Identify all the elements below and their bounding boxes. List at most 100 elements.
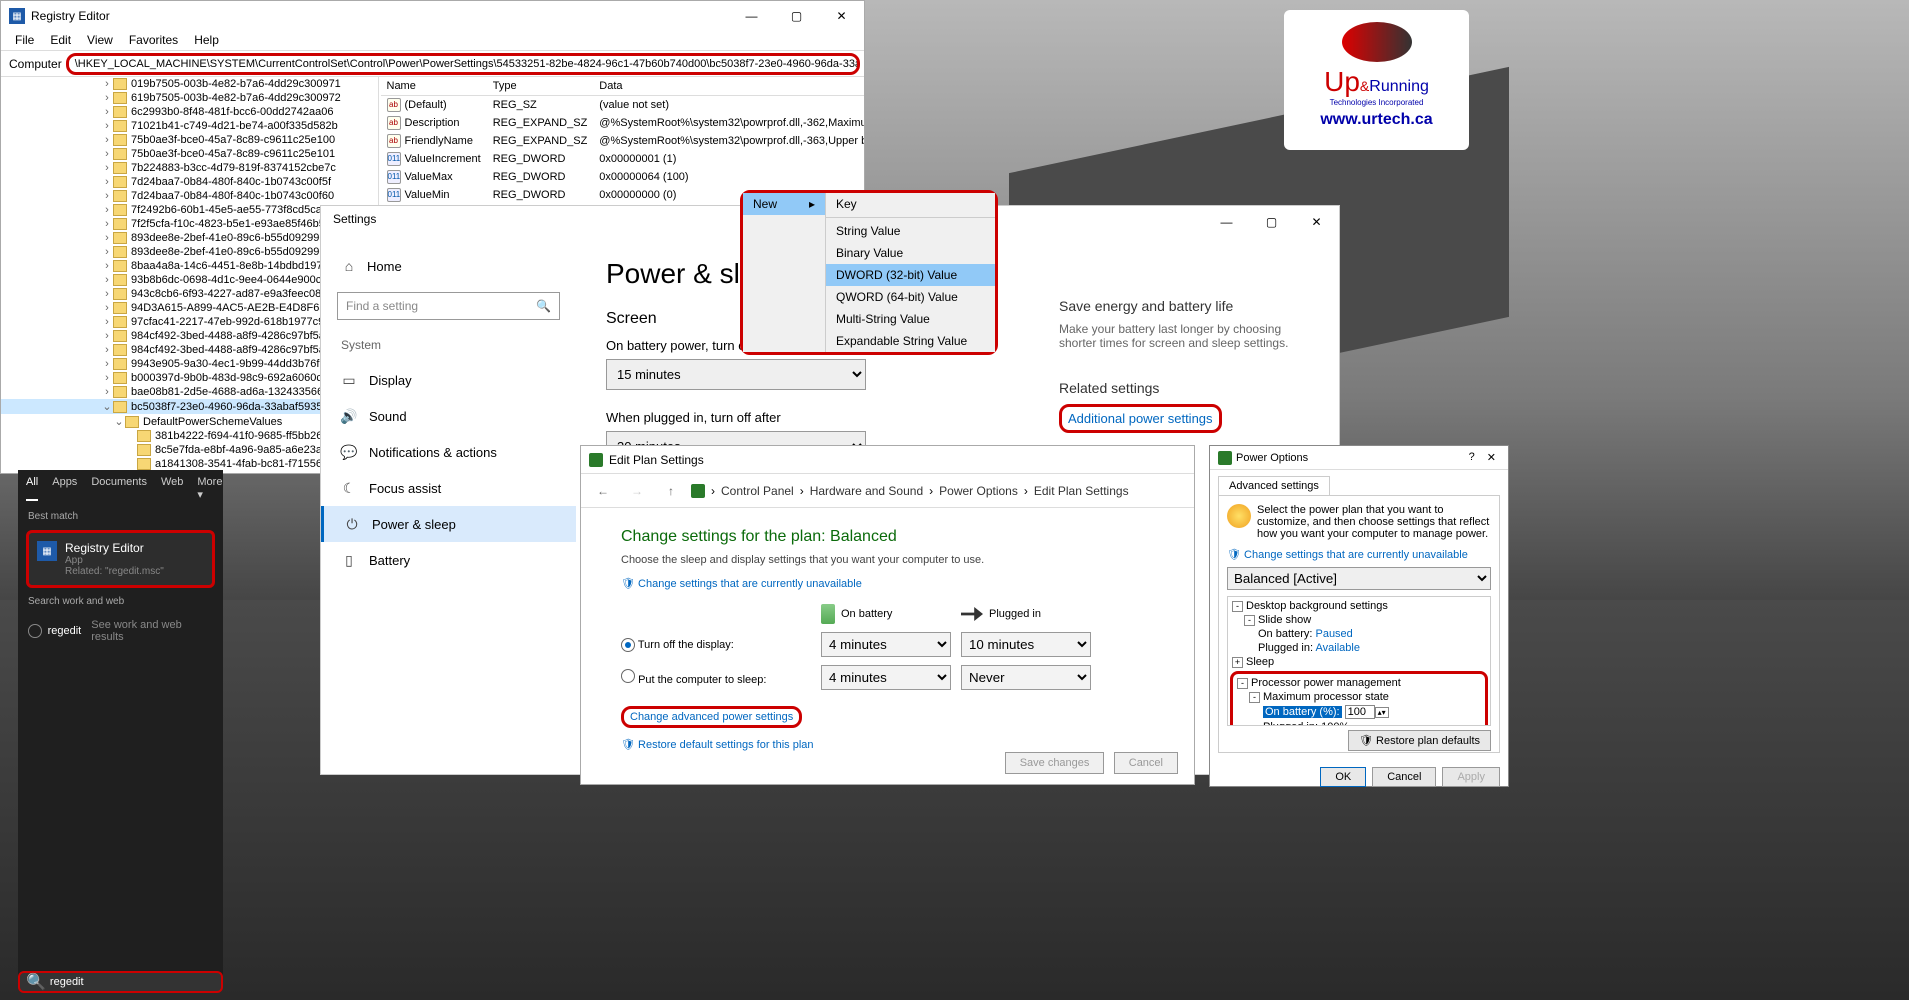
tab-documents[interactable]: Documents [91, 476, 147, 501]
up-button[interactable]: ↑ [657, 477, 685, 505]
ctx-new[interactable]: New ▸ [743, 193, 825, 215]
sleep-battery-select[interactable]: 4 minutes [821, 665, 951, 690]
menu-edit[interactable]: Edit [42, 31, 79, 50]
battery-turnoff-select[interactable]: 15 minutes [606, 359, 866, 390]
context-menu-new: New ▸ Key String ValueBinary ValueDWORD (… [740, 190, 998, 355]
maximize-button[interactable]: ▢ [1249, 206, 1294, 238]
tab-web[interactable]: Web [161, 476, 183, 501]
tab-apps[interactable]: Apps [52, 476, 77, 501]
apply-button[interactable]: Apply [1442, 767, 1500, 787]
nav-item[interactable]: 💬Notifications & actions [321, 434, 576, 470]
regedit-titlebar[interactable]: ▦ Registry Editor — ▢ ✕ [1, 1, 864, 31]
result-subtitle: App [65, 555, 164, 566]
ctx-item[interactable]: Binary Value [826, 242, 995, 264]
tab-more[interactable]: More ▾ [197, 476, 222, 501]
tree-node[interactable]: ›71021b41-c749-4d21-be74-a00f335d582b [1, 119, 378, 133]
minimize-button[interactable]: — [729, 1, 774, 31]
display-battery-select[interactable]: 4 minutes [821, 632, 951, 657]
editplan-titlebar[interactable]: Edit Plan Settings [581, 446, 1194, 474]
search-icon: 🔍 [536, 299, 551, 313]
nav-icon: ⏻ [344, 516, 360, 532]
tree-node[interactable]: ›7d24baa7-0b84-480f-840c-1b0743c00f5f [1, 175, 378, 189]
minimize-button[interactable]: — [1204, 206, 1249, 238]
crumb-power-options[interactable]: Power Options [939, 484, 1018, 498]
back-button[interactable]: ← [589, 477, 617, 505]
ctx-key[interactable]: Key [826, 193, 995, 215]
addr-path-highlighted[interactable]: \HKEY_LOCAL_MACHINE\SYSTEM\CurrentContro… [66, 53, 860, 75]
value-row[interactable]: abFriendlyNameREG_EXPAND_SZ@%SystemRoot%… [381, 132, 865, 150]
value-row[interactable]: ab(Default)REG_SZ(value not set) [381, 96, 865, 115]
tree-node[interactable]: ›019b7505-003b-4e82-b7a6-4dd29c300971 [1, 77, 378, 91]
tree-node[interactable]: ›619b7505-003b-4e82-b7a6-4dd29c300972 [1, 91, 378, 105]
value-row[interactable]: abDescriptionREG_EXPAND_SZ@%SystemRoot%\… [381, 114, 865, 132]
forward-button[interactable]: → [623, 477, 651, 505]
close-button[interactable]: ✕ [819, 1, 864, 31]
nav-icon: 💬 [341, 444, 357, 460]
ctx-item[interactable]: DWORD (32-bit) Value [826, 264, 995, 286]
poweropt-shield-link[interactable]: 🛡 Change settings that are currently una… [1227, 548, 1468, 561]
crumb-control-panel[interactable]: Control Panel [721, 484, 794, 498]
display-plugged-select[interactable]: 10 minutes [961, 632, 1091, 657]
save-changes-button[interactable]: Save changes [1005, 752, 1105, 774]
regedit-menubar: File Edit View Favorites Help [1, 31, 864, 51]
value-row[interactable]: 011ValueMaxREG_DWORD0x00000064 (100) [381, 168, 865, 186]
ctx-item[interactable]: Expandable String Value [826, 330, 995, 352]
poweropt-titlebar[interactable]: Power Options ?✕ [1210, 446, 1508, 470]
close-button[interactable]: ✕ [1483, 451, 1500, 464]
tree-node[interactable]: ›75b0ae3f-bce0-45a7-8c89-c9611c25e101 [1, 147, 378, 161]
restore-defaults-button[interactable]: 🛡 Restore plan defaults [1348, 730, 1491, 751]
advanced-tab[interactable]: Advanced settings [1218, 476, 1330, 495]
nav-item[interactable]: 🔊Sound [321, 398, 576, 434]
poweropt-tree[interactable]: -Desktop background settings -Slide show… [1227, 596, 1491, 726]
taskbar-search-input[interactable] [50, 976, 215, 988]
nav-icon: ▯ [341, 552, 357, 568]
power-options-dialog: Power Options ?✕ Advanced settings Selec… [1209, 445, 1509, 787]
crumb-hardware[interactable]: Hardware and Sound [810, 484, 923, 498]
logo-mouse-graphic [1342, 22, 1412, 62]
ctx-item[interactable]: Multi-String Value [826, 308, 995, 330]
max-battery-value[interactable]: 100 [1345, 705, 1375, 719]
tree-node[interactable]: ›7d24baa7-0b84-480f-840c-1b0743c00f60 [1, 189, 378, 203]
col-data[interactable]: Data [593, 77, 864, 96]
col-name[interactable]: Name [381, 77, 487, 96]
tree-node[interactable]: ›75b0ae3f-bce0-45a7-8c89-c9611c25e100 [1, 133, 378, 147]
sleep-plugged-select[interactable]: Never [961, 665, 1091, 690]
tree-node[interactable]: ›6c2993b0-8f48-481f-bcc6-00dd2742aa06 [1, 105, 378, 119]
restore-default-link[interactable]: 🛡 Restore default settings for this plan [621, 738, 1154, 751]
nav-item[interactable]: ▯Battery [321, 542, 576, 578]
cancel-button[interactable]: Cancel [1372, 767, 1436, 787]
tree-node[interactable]: ›7b224883-b3cc-4d79-819f-8374152cbe7c [1, 161, 378, 175]
nav-icon: 🔊 [341, 408, 357, 424]
editplan-shield-link[interactable]: 🛡 Change settings that are currently una… [621, 577, 862, 590]
ok-button[interactable]: OK [1320, 767, 1366, 787]
side-desc: Make your battery last longer by choosin… [1059, 322, 1319, 350]
value-row[interactable]: 011ValueIncrementREG_DWORD0x00000001 (1) [381, 150, 865, 168]
ctx-item[interactable]: String Value [826, 220, 995, 242]
nav-home[interactable]: ⌂Home [321, 248, 576, 284]
logo-url: www.urtech.ca [1292, 111, 1461, 129]
taskbar-search-box[interactable]: 🔍 [18, 971, 223, 993]
menu-view[interactable]: View [79, 31, 121, 50]
logo-up: Up [1324, 66, 1360, 97]
menu-favorites[interactable]: Favorites [121, 31, 186, 50]
change-advanced-link[interactable]: Change advanced power settings [621, 706, 802, 728]
power-plan-select[interactable]: Balanced [Active] [1227, 567, 1491, 590]
help-button[interactable]: ? [1465, 451, 1479, 464]
ctx-item[interactable]: QWORD (64-bit) Value [826, 286, 995, 308]
nav-item[interactable]: ▭Display [321, 362, 576, 398]
search-result-regedit[interactable]: ▦ Registry Editor App Related: "regedit.… [26, 530, 215, 588]
nav-item[interactable]: ⏻Power & sleep [321, 506, 576, 542]
plug-icon [961, 607, 983, 621]
tab-all[interactable]: All [26, 476, 38, 501]
search-web-row[interactable]: regedit See work and web results [18, 611, 223, 651]
settings-search[interactable]: Find a setting🔍 [337, 292, 560, 320]
col-type[interactable]: Type [487, 77, 594, 96]
max-battery-label[interactable]: On battery (%): [1263, 706, 1342, 718]
menu-file[interactable]: File [7, 31, 42, 50]
additional-power-settings-link[interactable]: Additional power settings [1059, 404, 1222, 433]
cancel-button[interactable]: Cancel [1114, 752, 1178, 774]
maximize-button[interactable]: ▢ [774, 1, 819, 31]
close-button[interactable]: ✕ [1294, 206, 1339, 238]
menu-help[interactable]: Help [186, 31, 227, 50]
nav-item[interactable]: ☾Focus assist [321, 470, 576, 506]
